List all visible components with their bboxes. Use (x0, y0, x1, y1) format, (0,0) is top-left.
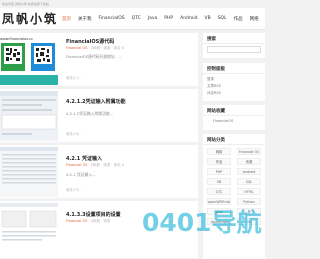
category-network[interactable]: 网络 (207, 148, 231, 155)
post-card[interactable]: www.financialos.cc FinancialOS源代码 Financ… (0, 33, 198, 86)
posts-rss-link[interactable]: 文章RSS (207, 84, 221, 89)
post-meta: Financial OS · 2年前 · 浏览 · 评论 0 (66, 46, 124, 51)
post-footer: 阅读(10) · (66, 132, 82, 136)
watermark-logo: 0401导航 (142, 208, 262, 237)
category-widget: 网站分类 网络 Financial OS 作品 资源 PHP Android V… (203, 134, 265, 259)
site-header: 凤帆小筑 首页 关于我 FinancialOS QTC Java PHP And… (0, 8, 265, 30)
qr-code-icon (0, 43, 58, 85)
nav-item-java[interactable]: Java (148, 16, 158, 21)
nav-item-works[interactable]: 作品 (234, 16, 243, 22)
post-thumbnail[interactable] (0, 147, 58, 197)
post-footer: 阅读(11) · (66, 76, 82, 80)
post-author[interactable]: Financial OS (66, 163, 87, 167)
category-sql[interactable]: SQL (237, 178, 261, 185)
category-works[interactable]: 作品 (207, 158, 231, 165)
search-input[interactable] (207, 46, 261, 53)
nav-item-vb[interactable]: VB (205, 16, 211, 21)
post-excerpt: 4.2.1.2凭证输入附属功能… (66, 111, 114, 116)
screenshot-thumbnail-icon (0, 203, 58, 241)
post-meta-text: · 2年前 · 浏览 · 评论 0 (87, 163, 125, 167)
category-android[interactable]: Android (237, 168, 261, 175)
post-meta: Financial OS · 2年前 · 浏览 (66, 219, 110, 224)
nav-item-home[interactable]: 首页 (62, 16, 71, 22)
category-qtc[interactable]: QTC (207, 188, 231, 195)
divider (203, 115, 265, 116)
post-author[interactable]: Financial OS (66, 219, 87, 223)
control-panel-title: 控制面板 (207, 67, 225, 72)
post-title[interactable]: 4.1.3.3设置项目的设置 (66, 211, 121, 218)
divider (203, 43, 265, 44)
nav-item-about[interactable]: 关于我 (78, 16, 92, 22)
post-meta-text: · 2年前 · 浏览 (87, 219, 111, 223)
search-widget-title: 搜索 (207, 37, 216, 42)
post-thumbnail-qr[interactable]: www.financialos.cc (0, 35, 58, 85)
post-meta: Financial OS · 2年前 · 浏览 · 评论 0 (66, 163, 124, 168)
post-thumbnail[interactable] (0, 91, 58, 141)
post-excerpt: FinancialOS源代码开放地址：… (66, 54, 123, 59)
post-title[interactable]: 4.2.1 凭证输入 (66, 155, 102, 162)
screenshot-thumbnail-icon (0, 91, 58, 135)
comments-rss-link[interactable]: 评论RSS (207, 91, 221, 96)
favorites-title: 网站收藏 (207, 109, 225, 114)
category-python[interactable]: Python (237, 198, 261, 205)
post-excerpt: 4.2.1 凭证输入… (66, 172, 96, 177)
post-card[interactable]: 4.2.1 凭证输入 Financial OS · 2年前 · 浏览 · 评论 … (0, 145, 198, 198)
favorite-link[interactable]: FinancialOS (213, 119, 233, 123)
post-footer: 阅读(13) · (66, 188, 82, 192)
nav-item-network[interactable]: 网络 (250, 16, 259, 22)
screenshot-thumbnail-icon (0, 147, 58, 184)
category-html[interactable]: HTML (237, 188, 261, 195)
login-link[interactable]: 登录 (207, 77, 214, 82)
category-vb[interactable]: VB (207, 178, 231, 185)
thumb-url-text: www.financialos.cc (0, 37, 34, 41)
top-bar-text: 欢迎光临 凤帆小筑 免费资源下载站 (2, 2, 49, 6)
post-meta-text: · 2年前 · 浏览 · 评论 0 (87, 46, 125, 50)
post-card[interactable]: 4.2.1.2凭证输入附属功能 4.2.1.2凭证输入附属功能… 阅读(10) … (0, 89, 198, 142)
category-openwrp[interactable]: openWRP.rdoc (207, 198, 231, 205)
category-financialos[interactable]: Financial OS (237, 148, 261, 155)
site-logo[interactable]: 凤帆小筑 (2, 10, 58, 27)
nav-item-financialos[interactable]: FinancialOS (99, 16, 125, 21)
nav-item-android[interactable]: Android (180, 16, 197, 21)
post-title[interactable]: FinancialOS源代码 (66, 38, 114, 45)
nav-item-php[interactable]: PHP (164, 16, 173, 21)
category-title: 网站分类 (207, 138, 225, 143)
favorites-widget: 网站收藏 FinancialOS (203, 105, 265, 130)
divider (203, 144, 265, 145)
control-panel-widget: 控制面板 登录 文章RSS 评论RSS (203, 63, 265, 101)
main-nav: 首页 关于我 FinancialOS QTC Java PHP Android … (62, 8, 266, 29)
category-php[interactable]: PHP (207, 168, 231, 175)
post-author[interactable]: Financial OS (66, 46, 87, 50)
search-widget: 搜索 (203, 33, 265, 58)
nav-item-qtc[interactable]: QTC (132, 16, 141, 21)
post-thumbnail[interactable] (0, 203, 58, 253)
post-title[interactable]: 4.2.1.2凭证输入附属功能 (66, 98, 126, 105)
nav-item-sql[interactable]: SQL (218, 16, 227, 21)
divider (203, 73, 265, 74)
category-resources[interactable]: 资源 (237, 158, 261, 165)
